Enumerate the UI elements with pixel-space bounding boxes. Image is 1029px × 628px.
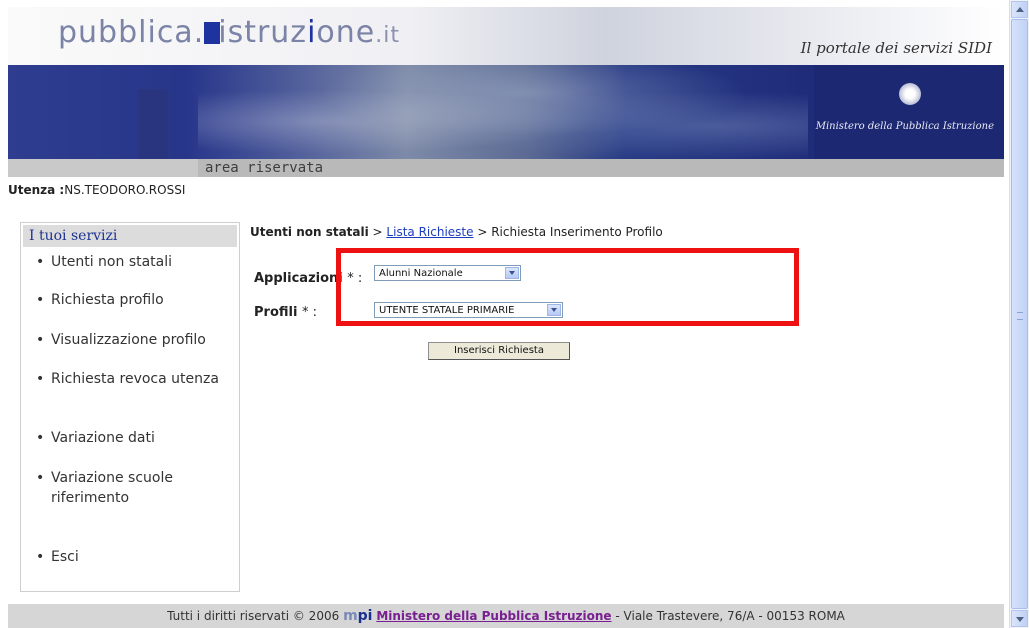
sidebar-item-variazione-dati[interactable]: • Variazione dati (36, 428, 229, 448)
mpi-logo: mpi (343, 608, 373, 624)
logo-suffix: one (316, 15, 376, 50)
user-label: Utenza : (8, 183, 65, 197)
chevron-down-icon (505, 267, 519, 279)
sidebar-title: I tuoi servizi (23, 225, 237, 247)
page-viewport: pubblica. istruzione.it Il portale dei se… (0, 0, 1009, 628)
sidebar-item-esci[interactable]: • Esci (36, 547, 229, 567)
scroll-thumb[interactable] (1011, 19, 1028, 609)
services-sidebar: I tuoi servizi • Utenti non statali • Rich… (20, 222, 240, 592)
republic-emblem-icon (899, 83, 921, 105)
sidebar-item-richiesta-profilo[interactable]: • Richiesta profilo (36, 290, 229, 310)
footer-ministry-link[interactable]: Ministero della Pubblica Istruzione (376, 609, 611, 623)
breadcrumb: Utenti non statali > Lista Richieste > R… (250, 225, 663, 239)
applicazioni-selected-value: Alunni Nazionale (379, 268, 463, 279)
sidebar-item-variazione-scuole[interactable]: • Variazione scuole riferimento (36, 468, 229, 508)
breadcrumb-root: Utenti non statali (250, 225, 369, 239)
scroll-up-icon[interactable] (1011, 1, 1028, 18)
grip-icon (1017, 312, 1023, 320)
chevron-down-icon (547, 304, 561, 316)
logo-prefix: pubblica. (58, 15, 205, 50)
profili-selected-value: UTENTE STATALE PRIMARIE (379, 305, 515, 316)
site-footer: Tutti i diritti riservati © 2006 mpi Min… (8, 604, 1004, 628)
profili-label: Profili * : (254, 305, 317, 320)
site-header: pubblica. istruzione.it Il portale dei se… (8, 7, 1004, 177)
sidebar-item-visualizzazione-profilo[interactable]: • Visualizzazione profilo (36, 330, 229, 350)
sidebar-item-label: Utenti non statali (51, 254, 173, 270)
breadcrumb-current: Richiesta Inserimento Profilo (491, 225, 663, 239)
sidebar-item-label: Visualizzazione profilo (51, 332, 206, 348)
sidebar-item-label: Variazione dati (51, 430, 155, 446)
banner-bar (138, 89, 168, 159)
sidebar-item-label: Richiesta profilo (51, 292, 164, 308)
vertical-scrollbar[interactable] (1009, 0, 1029, 628)
logo-i: i (307, 15, 317, 50)
user-info: Utenza :NS.TEODORO.ROSSI (8, 183, 185, 197)
breadcrumb-link-lista-richieste[interactable]: Lista Richieste (386, 225, 473, 239)
area-title: area riservata (205, 160, 324, 176)
area-bar: area riservata (8, 159, 1004, 177)
banner-photo (198, 65, 808, 159)
footer-address: - Viale Trastevere, 76/A - 00153 ROMA (611, 609, 845, 623)
applicazioni-select[interactable]: Alunni Nazionale (374, 265, 521, 281)
sidebar-item-utenti-non-statali[interactable]: • Utenti non statali (36, 252, 229, 272)
profili-select[interactable]: UTENTE STATALE PRIMARIE (374, 302, 563, 318)
sidebar-item-label: Esci (51, 549, 79, 565)
applicazioni-label: Applicazioni * : (254, 271, 363, 286)
area-bar-left (8, 159, 198, 177)
sidebar-item-label: Variazione scuole riferimento (51, 470, 173, 506)
header-top-strip: pubblica. istruzione.it Il portale dei se… (8, 7, 1004, 65)
footer-rights: Tutti i diritti riservati © 2006 (167, 609, 340, 623)
logo-mid: istruz (218, 15, 308, 50)
sidebar-item-richiesta-revoca[interactable]: • Richiesta revoca utenza (36, 369, 229, 389)
site-logo[interactable]: pubblica. istruzione.it (58, 15, 400, 50)
ministry-block: Ministero della Pubblica Istruzione (814, 65, 1004, 159)
portal-tagline: Il portale dei servizi SIDI (800, 39, 992, 57)
inserisci-richiesta-button[interactable]: Inserisci Richiesta (428, 342, 570, 360)
user-value: NS.TEODORO.ROSSI (64, 183, 186, 197)
sidebar-item-label: Richiesta revoca utenza (51, 371, 219, 387)
ministry-name: Ministero della Pubblica Istruzione (815, 121, 994, 132)
scroll-down-icon[interactable] (1011, 610, 1028, 627)
header-banner: Ministero della Pubblica Istruzione (8, 65, 1004, 159)
logo-tld: .it (375, 23, 400, 48)
